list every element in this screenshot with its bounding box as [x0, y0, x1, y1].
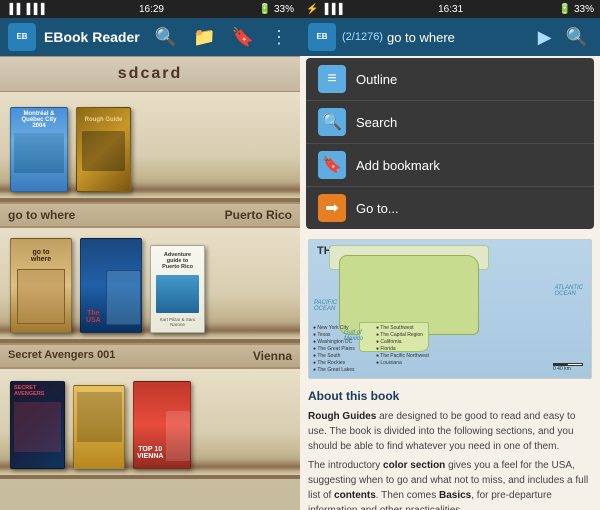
about-para-1: Rough Guides are designed to be good to …	[308, 409, 592, 454]
right-search-icon[interactable]: 🔍	[562, 25, 592, 50]
signal-icon: ▐▐▐	[23, 4, 44, 15]
legend-pacific-nw: ● The Pacific Northwest	[376, 353, 429, 360]
bookmark-menu-icon: 🔖	[318, 151, 346, 179]
goto-menu-icon: ➡	[318, 194, 346, 222]
left-app-title: EBook Reader	[44, 29, 143, 45]
book-extra1[interactable]: Rough Guide	[76, 107, 131, 192]
about-section: About this book Rough Guides are designe…	[308, 387, 592, 510]
right-time: 16:31	[438, 4, 463, 15]
shelf-label-vienna: Vienna	[150, 344, 300, 368]
legend-dc: ● Washington DC	[313, 339, 366, 346]
right-battery-pct: 33%	[574, 4, 594, 15]
right-header-title: go to where	[387, 30, 455, 45]
legend-greatlakes: ● The Great Lakes	[313, 367, 366, 374]
outline-icon: ≡	[318, 65, 346, 93]
menu-item-outline[interactable]: ≡ Outline	[306, 58, 594, 101]
dropdown-menu: ≡ Outline 🔍 Search 🔖 Add bookmark ➡ Go t…	[306, 58, 594, 229]
left-status-icons: ▐▐ ▐▐▐	[6, 4, 44, 15]
settings-icon[interactable]: ⋮	[266, 25, 292, 50]
book-montreal[interactable]: Montréal &Québec City2004	[10, 107, 68, 192]
left-app-header: EB EBook Reader 🔍 📁 🔖 ⋮	[0, 18, 300, 56]
left-time: 16:29	[139, 4, 164, 15]
map-legend: ● New York City ● Texas ● Washington DC …	[313, 325, 429, 374]
right-app-logo: EB	[308, 23, 336, 51]
right-title-area: (2/1276) go to where	[342, 30, 528, 45]
shelf-label-avengers: Secret Avengers 001	[0, 344, 150, 368]
book-avengers[interactable]: SECRETAVENGERS	[10, 381, 65, 469]
left-status-bar: ▐▐ ▐▐▐ 16:29 🔋 33%	[0, 0, 300, 18]
shelf-row-2: go towhere The USA Adventure guide toPue…	[0, 228, 300, 343]
about-title: About this book	[308, 387, 592, 405]
right-panel: ⚡ ▐▐▐ 16:31 🔋 33% EB (2/1276) go to wher…	[300, 0, 600, 510]
right-header-icons: ▶ 🔍	[534, 25, 592, 50]
right-signal-icon: ▐▐▐	[321, 4, 342, 15]
legend-texas: ● Texas	[313, 332, 366, 339]
folder-icon[interactable]: 📁	[189, 25, 219, 50]
page-indicator: (2/1276)	[342, 31, 383, 43]
map-scale: 0 40 km	[553, 363, 583, 372]
bookmark-icon[interactable]: 🔖	[228, 25, 258, 50]
menu-label-search: Search	[356, 115, 397, 130]
left-battery-area: 🔋 33%	[259, 4, 294, 15]
menu-item-goto[interactable]: ➡ Go to...	[306, 187, 594, 229]
menu-item-search[interactable]: 🔍 Search	[306, 101, 594, 144]
usa-map: THE USA ATLANTICOCEAN PACIFICOCEAN Gulf …	[308, 239, 592, 379]
book-goto[interactable]: go towhere	[10, 238, 72, 333]
book-puertorico[interactable]: Adventure guide toPuerto Rico Kart Pilza…	[150, 245, 205, 333]
right-battery-area: 🔋 33%	[559, 4, 594, 15]
battery-icon: 🔋	[259, 4, 271, 15]
search-icon[interactable]: 🔍	[151, 25, 181, 50]
pacific-label: PACIFICOCEAN	[314, 300, 337, 312]
menu-label-goto: Go to...	[356, 201, 399, 216]
legend-california: ● California	[376, 339, 429, 346]
legend-plains: ● The Great Plains	[313, 346, 366, 353]
book-misc1[interactable]	[73, 385, 125, 469]
search-menu-icon: 🔍	[318, 108, 346, 136]
about-para-2: The introductory color section gives you…	[308, 458, 592, 510]
legend-rockies: ● The Rockies	[313, 360, 366, 367]
menu-label-outline: Outline	[356, 72, 397, 87]
legend-south: ● The South	[313, 353, 366, 360]
legend-capital: ● The Capital Region	[376, 332, 429, 339]
menu-label-bookmark: Add bookmark	[356, 158, 440, 173]
left-app-logo: EB	[8, 23, 36, 51]
shelf-row-3: SECRETAVENGERS TOP 10VIENNA	[0, 369, 300, 479]
book-vienna[interactable]: TOP 10VIENNA	[133, 381, 191, 469]
shelf-label-puertorico: Puerto Rico	[150, 203, 300, 227]
atlantic-label: ATLANTICOCEAN	[554, 285, 583, 297]
shelf-row-1: Montréal &Québec City2004 Rough Guide	[0, 92, 300, 202]
right-app-header: EB (2/1276) go to where ▶ 🔍	[300, 18, 600, 56]
legend-louisiana: ● Louisiana	[376, 360, 429, 367]
legend-southwest: ● The Southwest	[376, 325, 429, 332]
right-usb-icon: ⚡	[306, 4, 318, 15]
shelf-label-gotowhere: go to where	[0, 203, 150, 227]
book-content-area: THE USA ATLANTICOCEAN PACIFICOCEAN Gulf …	[300, 231, 600, 510]
right-status-bar: ⚡ ▐▐▐ 16:31 🔋 33%	[300, 0, 600, 18]
legend-nyc: ● New York City	[313, 325, 366, 332]
left-panel: ▐▐ ▐▐▐ 16:29 🔋 33% EB EBook Reader 🔍 📁 🔖…	[0, 0, 300, 510]
book-usa[interactable]: The USA	[80, 238, 142, 333]
legend-florida: ● Florida	[376, 346, 429, 353]
menu-item-bookmark[interactable]: 🔖 Add bookmark	[306, 144, 594, 187]
shelf-label-sdcard: sdcard	[0, 56, 300, 92]
shelf-section: sdcard Montréal &Québec City2004 Rough G…	[0, 56, 300, 510]
right-status-icons: ⚡ ▐▐▐	[306, 4, 343, 15]
wifi-icon: ▐▐	[6, 4, 20, 15]
play-icon[interactable]: ▶	[534, 25, 556, 50]
left-battery-pct: 33%	[274, 4, 294, 15]
right-battery-icon: 🔋	[559, 4, 571, 15]
